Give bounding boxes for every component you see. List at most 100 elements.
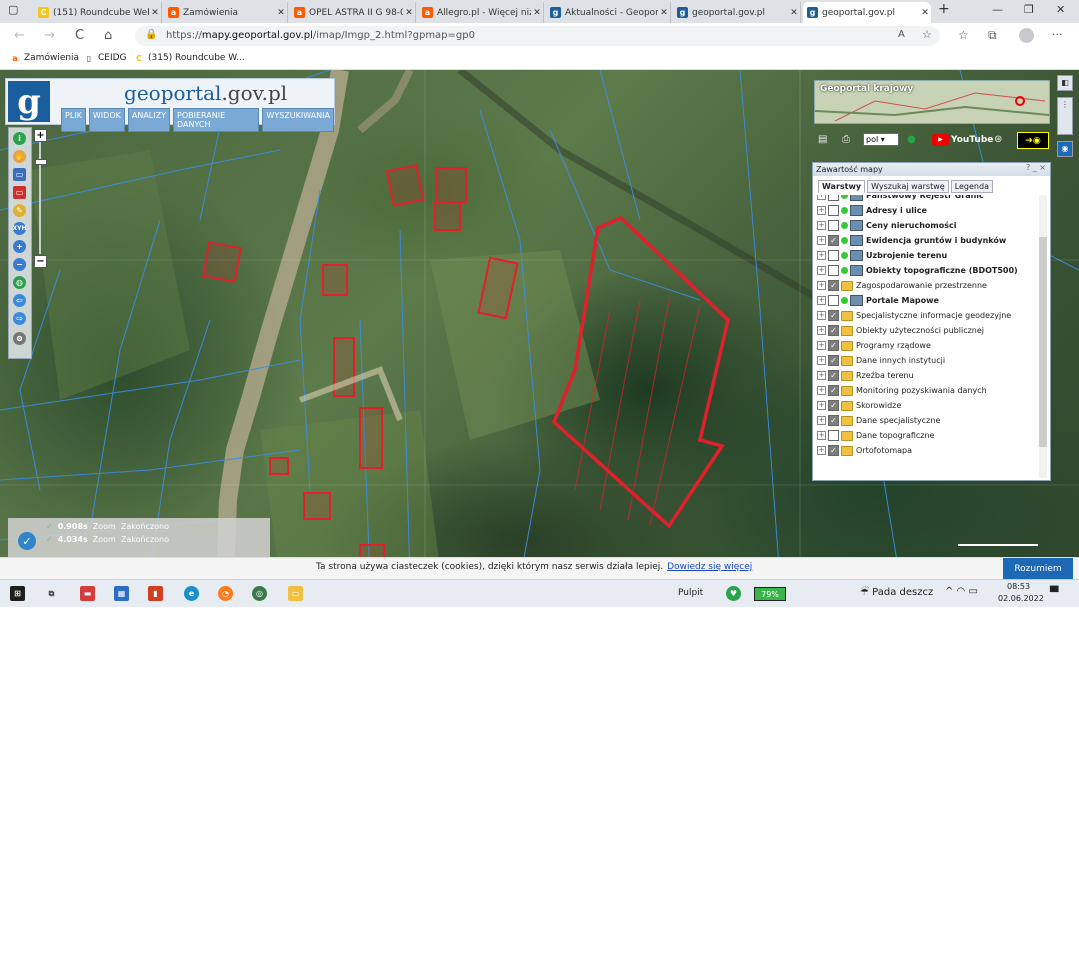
expand-icon[interactable]: + <box>817 326 826 335</box>
monitor-icon[interactable]: ♥ <box>726 586 741 601</box>
close-tab-icon[interactable]: ✕ <box>658 8 670 18</box>
read-aloud-icon[interactable]: A <box>898 29 905 40</box>
layer-row[interactable]: + Ceny nieruchomości <box>817 218 957 233</box>
zoom-in-icon[interactable]: + <box>13 240 26 253</box>
layer-checkbox[interactable]: ✓ <box>828 340 839 351</box>
expand-icon[interactable]: + <box>817 236 826 245</box>
bookmark-item[interactable]: C (315) Roundcube W... <box>134 53 245 63</box>
profile-avatar[interactable] <box>1019 28 1034 43</box>
zoom-slider[interactable]: + − <box>34 129 47 268</box>
layer-row[interactable]: + ✓ Dane specjalistyczne <box>817 413 940 428</box>
side-slider[interactable]: ⋮ <box>1057 97 1073 135</box>
firefox-icon[interactable]: ◔ <box>218 586 233 601</box>
tab-6[interactable]: g geoportal.gov.pl ✕ <box>673 2 801 23</box>
layer-checkbox[interactable]: ✓ <box>828 385 839 396</box>
tab-actions-icon[interactable]: ▢ <box>8 3 18 16</box>
layer-checkbox[interactable]: ✓ <box>828 280 839 291</box>
side-toggle-icon[interactable]: ◧ <box>1057 75 1073 91</box>
overview-map[interactable]: Geoportal krajowy <box>814 80 1050 124</box>
restore-button[interactable]: ❐ <box>1024 3 1034 16</box>
layer-row[interactable]: + ✓ Ewidencja gruntów i budynków <box>817 233 1006 248</box>
file-explorer-icon[interactable]: ▭ <box>288 586 303 601</box>
layer-checkbox[interactable]: ✓ <box>828 310 839 321</box>
layer-checkbox[interactable]: ✓ <box>828 235 839 246</box>
expand-icon[interactable]: + <box>817 356 826 365</box>
layer-row[interactable]: + ✓ Specjalistyczne informacje geodezyjne <box>817 308 1011 323</box>
layer-row[interactable]: + ✓ Dane innych instytucji <box>817 353 945 368</box>
layer-checkbox[interactable]: ✓ <box>828 415 839 426</box>
language-select[interactable]: pol ▾ <box>863 133 899 146</box>
expand-icon[interactable]: + <box>817 416 826 425</box>
task-view-icon[interactable]: ⧉ <box>44 586 59 601</box>
info-icon[interactable]: i <box>13 132 26 145</box>
menu-item-plik[interactable]: PLIK <box>61 108 86 132</box>
zoom-out-box-icon[interactable]: ▭ <box>13 186 26 199</box>
address-bar[interactable]: 🔒 https://mapy.geoportal.gov.pl/imap/Img… <box>135 26 940 46</box>
layer-checkbox[interactable] <box>828 295 839 306</box>
layer-row[interactable]: + ✓ Programy rządowe <box>817 338 931 353</box>
tray-icons[interactable]: ^ ◠ ▭ <box>945 586 978 597</box>
layer-checkbox[interactable] <box>828 195 839 201</box>
zoom-thumb[interactable] <box>35 159 47 165</box>
layer-row[interactable]: + ✓ Skorowidze <box>817 398 901 413</box>
expand-icon[interactable]: + <box>817 371 826 380</box>
expand-icon[interactable]: + <box>817 206 826 215</box>
back-button[interactable]: ← <box>14 28 25 43</box>
layer-row[interactable]: + Obiekty topograficzne (BDOT500) <box>817 263 1018 278</box>
scrollbar-thumb[interactable] <box>1039 237 1047 447</box>
expand-icon[interactable]: + <box>817 446 826 455</box>
map-view[interactable]: g geoportal.gov.pl PLIK WIDOK ANALIZY POBIE… <box>0 70 1079 580</box>
menu-item-pobieranie-danych[interactable]: POBIERANIE DANYCH <box>173 108 260 132</box>
close-tab-icon[interactable]: ✕ <box>788 8 800 18</box>
zoom-minus-button[interactable]: − <box>34 255 47 268</box>
layer-checkbox[interactable]: ✓ <box>828 325 839 336</box>
app-icon-1[interactable]: ▬ <box>80 586 95 601</box>
panel-window-buttons[interactable]: ? _ × <box>1026 163 1046 172</box>
desktop-label[interactable]: Pulpit <box>678 588 703 598</box>
menu-item-wyszukiwania[interactable]: WYSZUKIWANIA <box>262 108 334 132</box>
clock-date[interactable]: 02.06.2022 <box>998 594 1044 603</box>
app-icon-2[interactable]: ▦ <box>114 586 129 601</box>
expand-icon[interactable]: + <box>817 281 826 290</box>
tab-1[interactable]: C (151) Roundcube Web ✕ <box>34 2 162 23</box>
panel-tab-2[interactable]: Wyszukaj warstwę <box>867 180 949 193</box>
favorites-icon[interactable]: ☆ <box>958 28 969 42</box>
layer-row[interactable]: + Adresy i ulice <box>817 203 927 218</box>
reload-button[interactable]: C <box>75 28 84 43</box>
app-icon-3[interactable]: ▮ <box>148 586 163 601</box>
expand-icon[interactable]: + <box>817 266 826 275</box>
menu-item-widok[interactable]: WIDOK <box>88 108 125 132</box>
start-icon[interactable]: ⊞ <box>10 586 25 601</box>
accessibility-icon[interactable]: ⊛ <box>994 134 1002 145</box>
print-icon[interactable]: ⎙ <box>842 134 850 145</box>
layer-row[interactable]: + Dane topograficzne <box>817 428 935 443</box>
menu-item-analizy[interactable]: ANALIZY <box>127 108 170 132</box>
home-button[interactable]: ⌂ <box>104 28 112 43</box>
app-icon-4[interactable]: ◎ <box>252 586 267 601</box>
forward-button[interactable]: → <box>44 28 55 43</box>
zoom-plus-button[interactable]: + <box>34 129 47 142</box>
layer-checkbox[interactable]: ✓ <box>828 445 839 456</box>
expand-icon[interactable]: + <box>817 251 826 260</box>
youtube-link[interactable]: ▶ YouTube <box>932 132 993 147</box>
tab-2[interactable]: a Zamówienia ✕ <box>164 2 288 23</box>
pan-hand-icon[interactable]: ✋ <box>13 150 26 163</box>
layer-row[interactable]: + ✓ Ortofotomapa <box>817 443 912 458</box>
layer-checkbox[interactable] <box>828 250 839 261</box>
expand-icon[interactable]: + <box>817 431 826 440</box>
weather-widget[interactable]: ☔ Pada deszcz <box>860 587 933 598</box>
layer-checkbox[interactable]: ✓ <box>828 355 839 366</box>
layer-checkbox[interactable] <box>828 430 839 441</box>
layer-row[interactable]: + Uzbrojenie terenu <box>817 248 947 263</box>
zoom-box-icon[interactable]: ▭ <box>13 168 26 181</box>
notification-icon[interactable]: ▀ <box>1050 586 1058 599</box>
globe-icon[interactable]: ◍ <box>13 276 26 289</box>
layer-row[interactable]: + ✓ Rzeźba terenu <box>817 368 914 383</box>
layer-checkbox[interactable]: ✓ <box>828 400 839 411</box>
coordinates-icon[interactable]: XYH <box>13 222 27 235</box>
close-tab-icon[interactable]: ✕ <box>531 8 543 18</box>
collections-icon[interactable]: ⧉ <box>988 28 997 43</box>
previous-view-icon[interactable]: ⇦ <box>13 294 26 307</box>
layer-checkbox[interactable] <box>828 220 839 231</box>
more-menu-button[interactable]: ··· <box>1052 28 1063 41</box>
